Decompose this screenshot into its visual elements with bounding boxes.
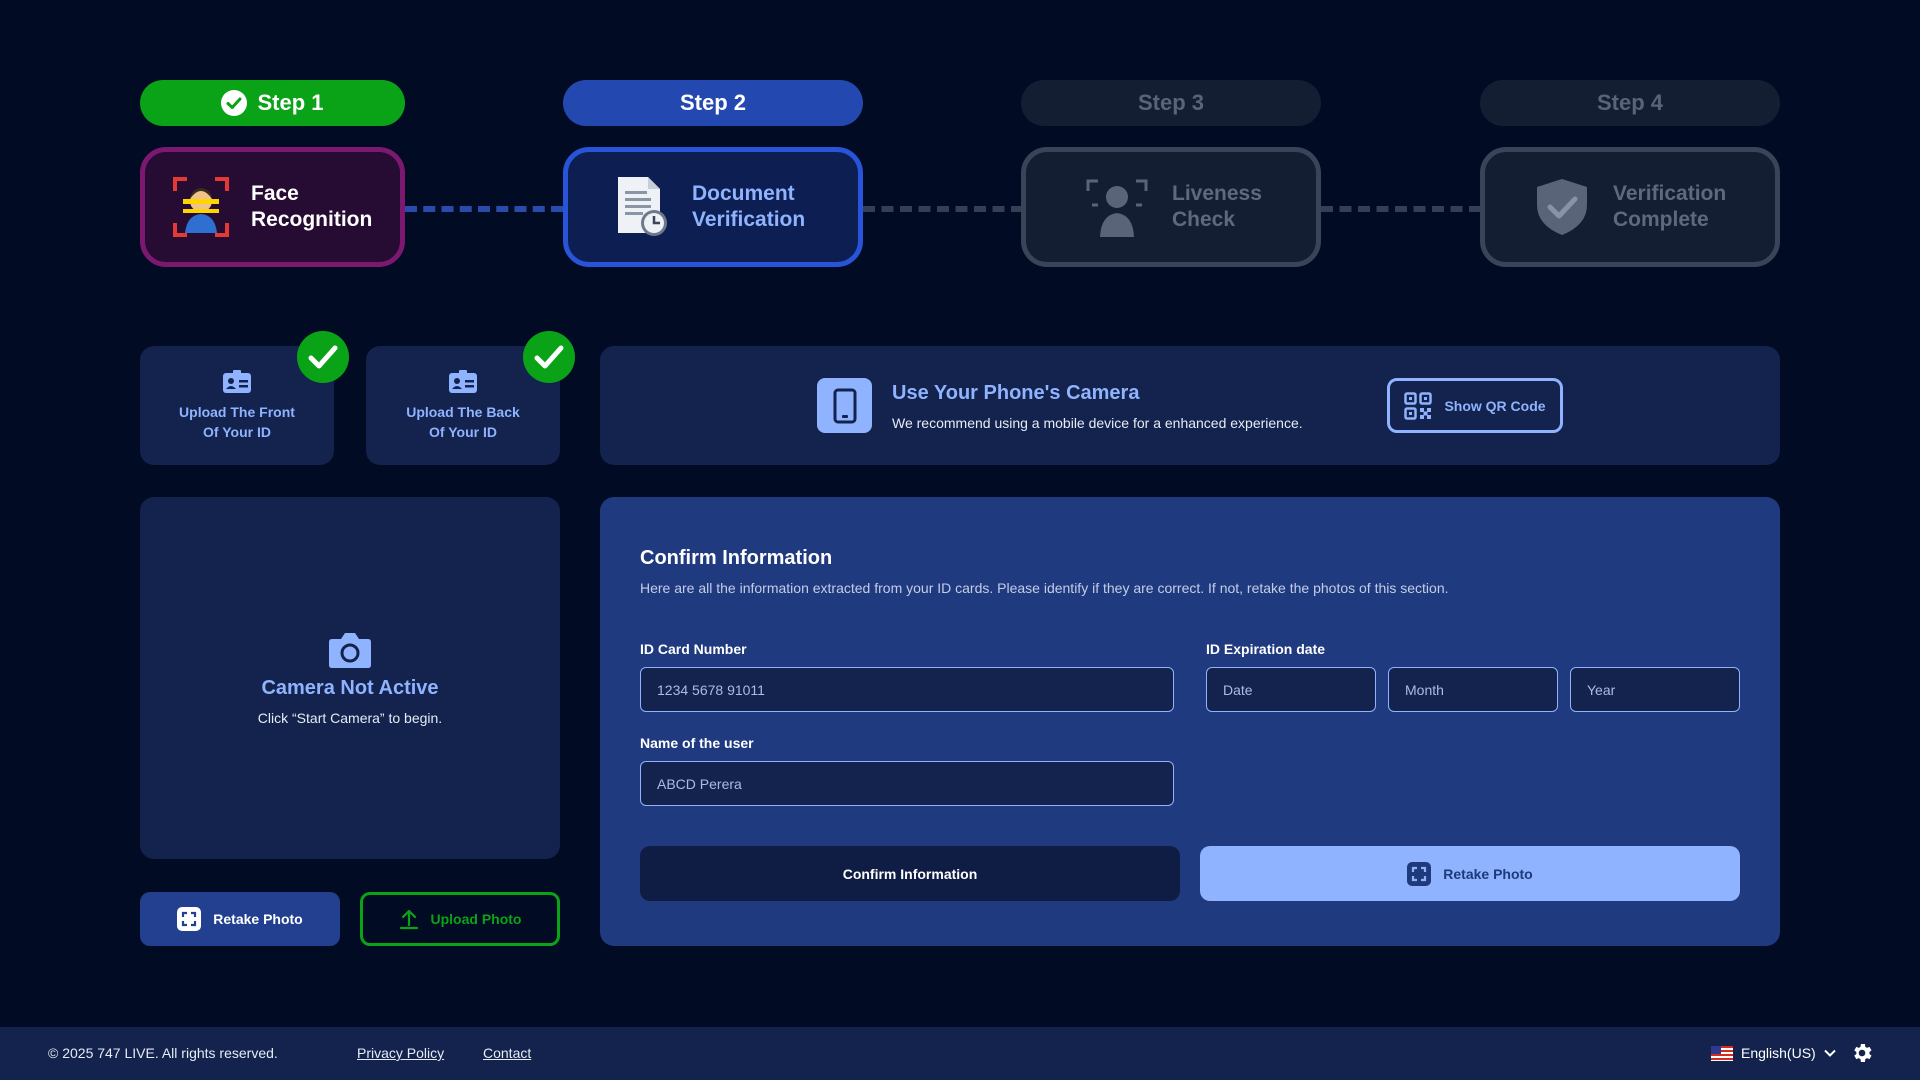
language-selector[interactable]: English(US) xyxy=(1711,1041,1836,1065)
upload-front-check-badge xyxy=(297,331,349,383)
phone-banner-description: We recommend using a mobile device for a… xyxy=(892,415,1303,431)
phone-icon xyxy=(833,388,856,423)
scan-frame-icon xyxy=(177,907,202,931)
step-1[interactable]: Step 1 Face Recognition xyxy=(140,80,405,267)
upload-back-check-badge xyxy=(523,331,575,383)
us-flag-icon xyxy=(1711,1045,1733,1061)
phone-camera-banner: Use Your Phone's Camera We recommend usi… xyxy=(600,346,1780,465)
step-4-card: Verification Complete xyxy=(1480,147,1780,267)
step-2-card: Document Verification xyxy=(563,147,863,267)
step-1-pill-label: Step 1 xyxy=(257,90,324,115)
confirm-information-button[interactable]: Confirm Information xyxy=(640,846,1180,901)
upload-back-id-tile[interactable]: Upload The Back Of Your ID xyxy=(366,331,575,465)
user-name-label: Name of the user xyxy=(640,735,754,751)
confirm-information-title: Confirm Information xyxy=(640,547,833,569)
step-1-card: Face Recognition xyxy=(140,147,405,267)
step-4[interactable]: Step 4 Verification Complete xyxy=(1480,80,1780,267)
footer-copyright: © 2025 747 LIVE. All rights reserved. xyxy=(48,1045,278,1061)
gear-icon[interactable] xyxy=(1850,1041,1874,1065)
show-qr-code-label: Show QR Code xyxy=(1444,397,1546,414)
step-4-label: Verification Complete xyxy=(1613,182,1727,231)
camera-status-title: Camera Not Active xyxy=(261,676,439,699)
retake-photo-button[interactable]: Retake Photo xyxy=(140,892,340,946)
scan-frame-icon xyxy=(1407,861,1432,886)
expiry-month-input[interactable] xyxy=(1388,667,1558,712)
step-3-label: Liveness Check xyxy=(1172,182,1262,231)
show-qr-code-button[interactable]: Show QR Code xyxy=(1387,378,1563,433)
retake-photo-label: Retake Photo xyxy=(213,911,303,927)
contact-link[interactable]: Contact xyxy=(483,1045,531,1061)
confirm-information-description: Here are all the information extracted f… xyxy=(640,580,1449,596)
step-2-label: Document Verification xyxy=(692,182,806,231)
step-connector-1-2 xyxy=(405,206,563,212)
upload-photo-label: Upload Photo xyxy=(430,911,522,927)
privacy-policy-link[interactable]: Privacy Policy xyxy=(357,1045,444,1061)
id-expiration-label: ID Expiration date xyxy=(1206,641,1326,657)
verification-stepper: Step 1 Face Recognition Step 2 Document … xyxy=(0,0,1920,280)
retake-photo-secondary-label: Retake Photo xyxy=(1443,865,1533,882)
step-1-label: Face Recognition xyxy=(251,182,373,231)
footer: © 2025 747 LIVE. All rights reserved. Pr… xyxy=(0,1027,1920,1080)
check-circle-icon xyxy=(221,90,248,116)
document-clock-icon xyxy=(618,177,667,236)
face-recognition-icon xyxy=(173,177,229,237)
upload-arrow-icon xyxy=(399,909,418,930)
id-card-number-label: ID Card Number xyxy=(640,641,747,657)
step-3-pill-label: Step 3 xyxy=(1137,90,1205,115)
camera-status-subtitle: Click “Start Camera” to begin. xyxy=(257,709,443,726)
liveness-person-icon xyxy=(1086,179,1148,237)
step-2[interactable]: Step 2 Document Verification xyxy=(563,80,863,267)
upload-front-id-label: Upload The Front Of Your ID xyxy=(179,403,295,440)
phone-icon-box xyxy=(817,378,872,433)
step-4-pill: Step 4 xyxy=(1480,80,1780,126)
step-4-pill-label: Step 4 xyxy=(1596,90,1664,115)
upload-back-id-label: Upload The Back Of Your ID xyxy=(406,403,520,440)
id-card-icon xyxy=(223,369,251,393)
camera-preview-panel: Camera Not Active Click “Start Camera” t… xyxy=(140,497,560,859)
step-3-card: Liveness Check xyxy=(1021,147,1321,267)
shield-check-icon xyxy=(1537,179,1587,235)
step-connector-2-3 xyxy=(863,206,1023,212)
id-card-number-input[interactable] xyxy=(640,667,1174,712)
user-name-input[interactable] xyxy=(640,761,1174,806)
step-2-pill: Step 2 xyxy=(563,80,863,126)
chevron-down-icon xyxy=(1823,1049,1836,1057)
upload-photo-button[interactable]: Upload Photo xyxy=(360,892,560,946)
qr-code-icon xyxy=(1404,391,1433,420)
id-card-icon xyxy=(449,369,477,393)
check-icon xyxy=(308,345,338,369)
camera-icon xyxy=(329,632,371,668)
step-3-pill: Step 3 xyxy=(1021,80,1321,126)
phone-banner-title: Use Your Phone's Camera xyxy=(892,382,1140,404)
step-1-pill: Step 1 xyxy=(140,80,405,126)
retake-photo-secondary-button[interactable]: Retake Photo xyxy=(1200,846,1740,901)
confirm-information-panel: Confirm Information Here are all the inf… xyxy=(600,497,1780,946)
expiry-year-input[interactable] xyxy=(1570,667,1740,712)
language-label: English(US) xyxy=(1741,1045,1816,1061)
check-icon xyxy=(534,345,564,369)
step-connector-3-4 xyxy=(1321,206,1481,212)
step-3[interactable]: Step 3 Liveness Check xyxy=(1021,80,1321,267)
step-2-pill-label: Step 2 xyxy=(679,90,747,115)
upload-front-id-tile[interactable]: Upload The Front Of Your ID xyxy=(140,331,349,465)
expiry-date-input[interactable] xyxy=(1206,667,1376,712)
